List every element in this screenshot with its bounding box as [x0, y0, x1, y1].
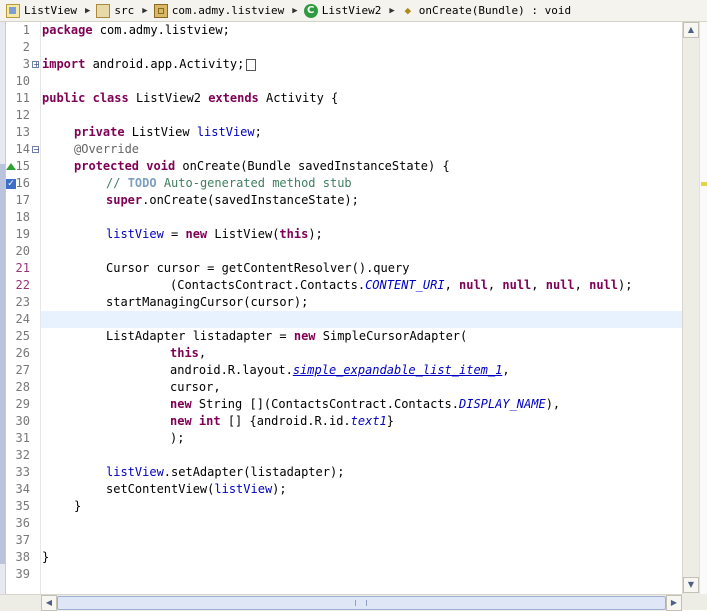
line-number: 23 — [15, 295, 30, 309]
code-editor[interactable]: package com.admy.listview; import androi… — [41, 22, 682, 594]
line-number: 17 — [15, 193, 30, 207]
code-line: package com.admy.listview; — [42, 23, 230, 37]
line-number-gutter[interactable]: 1 2 3 + 10 11 12 13 14 − 15 ✓ 16 17 18 1… — [6, 22, 41, 594]
code-line: ); — [170, 431, 185, 445]
breadcrumb-label: com.admy.listview — [171, 4, 285, 17]
code-line: private ListView listView; — [74, 125, 262, 139]
line-number: 36 — [15, 516, 30, 530]
code-line: new int [] {android.R.id.text1} — [170, 414, 395, 428]
package-icon — [153, 3, 168, 18]
line-number: 39 — [15, 567, 30, 581]
line-number: 3 — [22, 57, 30, 71]
code-line: protected void onCreate(Bundle savedInst… — [74, 159, 450, 173]
line-number: 20 — [15, 244, 30, 258]
source-folder-icon — [96, 3, 111, 18]
line-number: 28 — [15, 380, 30, 394]
line-number: 13 — [15, 125, 30, 139]
overview-ruler[interactable] — [699, 22, 707, 594]
code-line: listView.setAdapter(listadapter); — [106, 465, 345, 479]
line-number: 31 — [15, 431, 30, 445]
breadcrumb-label: ListView — [24, 4, 77, 17]
line-number: 30 — [15, 414, 30, 428]
code-line: super.onCreate(savedInstanceState); — [106, 193, 359, 207]
current-line-highlight — [41, 311, 682, 328]
code-line: new String [](ContactsContract.Contacts.… — [170, 397, 561, 411]
code-line: } — [42, 550, 50, 564]
breadcrumb-item-package[interactable]: com.admy.listview ▶ — [148, 0, 298, 21]
code-line: Cursor cursor = getContentResolver().que… — [106, 261, 410, 275]
fold-expand-icon[interactable]: + — [32, 61, 40, 69]
code-line: import android.app.Activity; — [42, 56, 257, 73]
vertical-scrollbar[interactable]: ▲ ▼ — [682, 22, 700, 594]
line-number: 29 — [15, 397, 30, 411]
line-number: 24 — [15, 312, 30, 326]
line-number: 27 — [15, 363, 30, 377]
scroll-grip-icon — [355, 600, 367, 606]
task-annotation-marker[interactable] — [701, 182, 707, 186]
line-number: 32 — [15, 448, 30, 462]
breadcrumb-label: ListView2 — [321, 4, 382, 17]
line-number: 25 — [15, 329, 30, 343]
scrollbar-left-filler — [0, 594, 41, 611]
line-number: 12 — [15, 108, 30, 122]
horizontal-scrollbar[interactable]: ◀ ▶ — [41, 594, 682, 611]
line-number: 10 — [15, 74, 30, 88]
code-line: (ContactsContract.Contacts.CONTENT_URI, … — [170, 278, 633, 292]
breadcrumb-label: onCreate(Bundle) : void — [418, 4, 572, 17]
code-line: android.R.layout.simple_expandable_list_… — [170, 363, 510, 377]
scroll-down-button[interactable]: ▼ — [683, 577, 699, 593]
fold-collapse-icon[interactable]: − — [32, 146, 40, 154]
code-line: startManagingCursor(cursor); — [106, 295, 309, 309]
project-icon — [6, 3, 20, 18]
line-number: 34 — [15, 482, 30, 496]
line-number: 35 — [15, 499, 30, 513]
class-icon: C — [303, 3, 318, 18]
line-number: 26 — [15, 346, 30, 360]
code-line: setContentView(listView); — [106, 482, 287, 496]
breadcrumb-label: src — [114, 4, 135, 17]
code-line: public class ListView2 extends Activity … — [42, 91, 339, 105]
code-line: ListAdapter listadapter = new SimpleCurs… — [106, 329, 468, 343]
ruler-range-indicator — [0, 164, 5, 564]
breadcrumb-item-method[interactable]: ◆ onCreate(Bundle) : void — [395, 0, 571, 21]
code-line: @Override — [74, 142, 140, 156]
scroll-right-button[interactable]: ▶ — [666, 595, 682, 611]
method-icon: ◆ — [404, 3, 412, 17]
breadcrumb: ListView ▶ src ▶ com.admy.listview ▶ C L… — [0, 0, 707, 22]
line-number: 15 — [15, 159, 30, 173]
line-number: 33 — [15, 465, 30, 479]
line-number: 38 — [15, 550, 30, 564]
scroll-up-button[interactable]: ▲ — [683, 22, 699, 38]
horizontal-scroll-thumb[interactable] — [57, 596, 666, 610]
code-line: this, — [170, 346, 207, 360]
line-number: 1 — [22, 23, 30, 37]
line-number: 2 — [22, 40, 30, 54]
collapsed-region-icon[interactable] — [246, 58, 257, 71]
code-line: listView = new ListView(this); — [106, 227, 323, 241]
code-line: // TODO Auto-generated method stub — [106, 176, 352, 190]
scroll-left-button[interactable]: ◀ — [41, 595, 57, 611]
code-line: } — [74, 499, 82, 513]
breadcrumb-item-src[interactable]: src ▶ — [90, 0, 148, 21]
line-number: 14 — [15, 142, 30, 156]
line-number: 19 — [15, 227, 30, 241]
line-number: 37 — [15, 533, 30, 547]
line-number: 18 — [15, 210, 30, 224]
line-number: 22 — [15, 278, 30, 292]
breadcrumb-item-class[interactable]: C ListView2 ▶ — [298, 0, 395, 21]
line-number: 11 — [15, 91, 30, 105]
line-number: 21 — [15, 261, 30, 275]
scrollbar-corner — [682, 594, 707, 610]
breadcrumb-item-project[interactable]: ListView ▶ — [0, 0, 90, 21]
line-number: 16 — [15, 176, 30, 190]
code-line: cursor, — [170, 380, 221, 394]
